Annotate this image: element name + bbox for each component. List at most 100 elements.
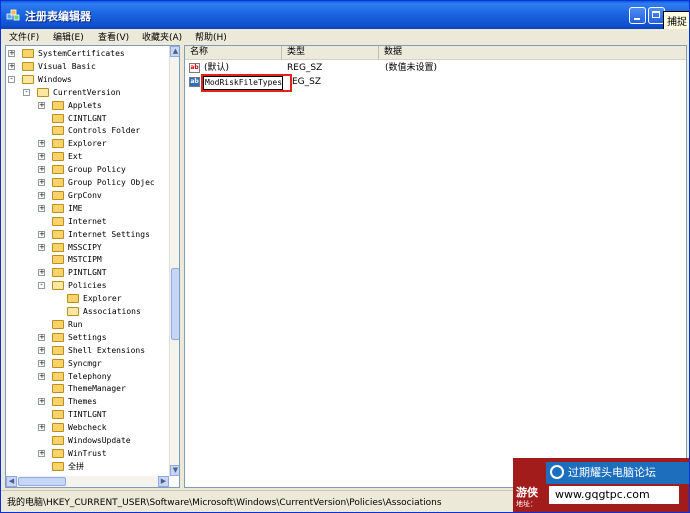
tree-horizontal-scrollbar[interactable]: ◀ ▶: [6, 476, 169, 487]
folder-icon: [52, 139, 64, 149]
tree-item-label: 全拼: [68, 461, 84, 471]
title-bar: 注册表编辑器 捕捉: [1, 1, 689, 30]
folder-icon: [37, 87, 49, 97]
regedit-app-icon: [6, 9, 20, 21]
tree-item-label: Webcheck: [68, 423, 107, 433]
annotation-highlight-box: [201, 74, 292, 92]
registry-editor-window: 注册表编辑器 捕捉 文件(F) 编辑(E) 查看(V) 收藏夹(A) 帮助(H)…: [0, 0, 690, 513]
tree-item-label: Applets: [68, 100, 102, 110]
scroll-thumb[interactable]: [171, 268, 179, 340]
folder-icon: [52, 436, 64, 445]
status-path: 我的电脑\HKEY_CURRENT_USER\Software\Microsof…: [7, 498, 442, 508]
expand-icon[interactable]: +: [38, 191, 45, 199]
tree-item-label: CurrentVersion: [53, 87, 121, 97]
expand-icon[interactable]: +: [8, 62, 15, 70]
tree-item-label: WinTrust: [68, 448, 107, 458]
column-header-name[interactable]: 名称: [185, 46, 282, 60]
tree-item-label: Ext: [68, 152, 83, 162]
collapse-icon[interactable]: -: [23, 88, 30, 96]
folder-icon: [52, 190, 64, 200]
folder-icon: [52, 332, 64, 342]
folder-icon: [22, 49, 34, 58]
string-value-icon: ab: [189, 77, 200, 87]
folder-icon: [52, 410, 64, 420]
folder-icon: [52, 229, 64, 239]
tree-item-label: MSSCIPY: [68, 242, 102, 252]
expand-icon[interactable]: +: [38, 424, 45, 432]
folder-icon: [67, 294, 79, 304]
scroll-left-button[interactable]: ◀: [6, 476, 17, 487]
expand-icon[interactable]: +: [38, 398, 45, 406]
menu-edit[interactable]: 编辑(E): [53, 30, 84, 43]
scroll-right-button[interactable]: ▶: [158, 476, 169, 487]
tree-item-label: GrpConv: [68, 190, 102, 200]
tree-item-label: TINTLGNT: [68, 410, 107, 420]
expand-icon[interactable]: +: [38, 269, 45, 277]
expand-icon[interactable]: +: [38, 204, 45, 212]
tree-item-label: Visual Basic: [38, 61, 96, 71]
expand-icon[interactable]: +: [38, 346, 45, 354]
folder-icon: [52, 203, 64, 213]
collapse-icon[interactable]: -: [8, 75, 15, 83]
folder-icon: [52, 152, 64, 162]
tree-item-label: Internet: [68, 216, 107, 226]
values-pane[interactable]: 名称 类型 数据 ab (默认) REG_SZ (数值未设置) ab EG_SZ…: [184, 45, 687, 488]
tree-item-label: Policies: [68, 281, 107, 291]
folder-icon: [52, 423, 64, 433]
menu-favorites[interactable]: 收藏夹(A): [142, 30, 182, 43]
tree-item-label: ThemeManager: [68, 384, 126, 394]
folder-icon: [52, 216, 64, 226]
expand-icon[interactable]: +: [8, 50, 15, 57]
watermark-url: www.gqgtpc.com: [549, 486, 679, 504]
expand-icon[interactable]: +: [38, 140, 45, 148]
folder-icon: [52, 242, 64, 252]
tree-item-label: Settings: [68, 332, 107, 342]
minimize-button[interactable]: [629, 7, 646, 24]
forum-logo-icon: [550, 465, 564, 479]
expand-icon[interactable]: +: [38, 333, 45, 341]
tree-item-label: Group Policy: [68, 165, 126, 175]
expand-icon[interactable]: +: [38, 101, 45, 109]
expand-icon[interactable]: +: [38, 243, 45, 251]
folder-icon: [52, 461, 64, 471]
expand-icon[interactable]: +: [38, 166, 45, 174]
column-header-data[interactable]: 数据: [379, 46, 686, 60]
watermark-logo: 游侠: [516, 486, 538, 499]
expand-icon[interactable]: +: [38, 359, 45, 367]
tree-item-label: Run: [68, 319, 83, 329]
tree-item-label: Windows: [38, 74, 72, 84]
h-scroll-thumb[interactable]: [18, 477, 66, 486]
scroll-down-button[interactable]: ▼: [170, 465, 179, 476]
column-header-type[interactable]: 类型: [282, 46, 379, 60]
folder-icon: [52, 397, 64, 407]
menu-help[interactable]: 帮助(H): [195, 30, 227, 43]
folder-icon: [52, 448, 64, 458]
expand-icon[interactable]: +: [38, 230, 45, 238]
folder-icon: [52, 345, 64, 355]
folder-icon: [52, 358, 64, 368]
folder-icon: [52, 100, 64, 110]
menu-file[interactable]: 文件(F): [9, 30, 39, 43]
watermark-sub: 地址：: [516, 500, 537, 508]
tree-vertical-scrollbar[interactable]: ▲ ▼: [169, 46, 179, 476]
tree-item-label: Associations: [83, 307, 141, 316]
menu-view[interactable]: 查看(V): [98, 30, 129, 43]
window-title: 注册表编辑器: [25, 10, 91, 23]
watermark-forum-text: 过期耀头电脑论坛: [568, 466, 656, 479]
collapse-icon[interactable]: -: [38, 282, 45, 290]
tree-item-label: MSTCIPM: [68, 255, 102, 265]
tree-item-label: Telephony: [68, 371, 112, 381]
expand-icon[interactable]: +: [38, 179, 45, 186]
tooltip: 捕捉: [663, 11, 689, 30]
folder-icon: [52, 384, 64, 394]
scroll-up-button[interactable]: ▲: [170, 46, 179, 57]
expand-icon[interactable]: +: [38, 372, 45, 380]
folder-icon: [52, 255, 64, 265]
string-value-icon: ab: [189, 63, 200, 73]
tree-item-label: Controls Folder: [68, 126, 141, 136]
menu-bar: 文件(F) 编辑(E) 查看(V) 收藏夹(A) 帮助(H): [1, 29, 689, 43]
folder-icon: [52, 113, 64, 123]
expand-icon[interactable]: +: [38, 153, 45, 161]
expand-icon[interactable]: +: [38, 449, 45, 457]
key-tree-pane[interactable]: + SystemCertificates + Visual Basic - Windows…: [5, 45, 180, 488]
